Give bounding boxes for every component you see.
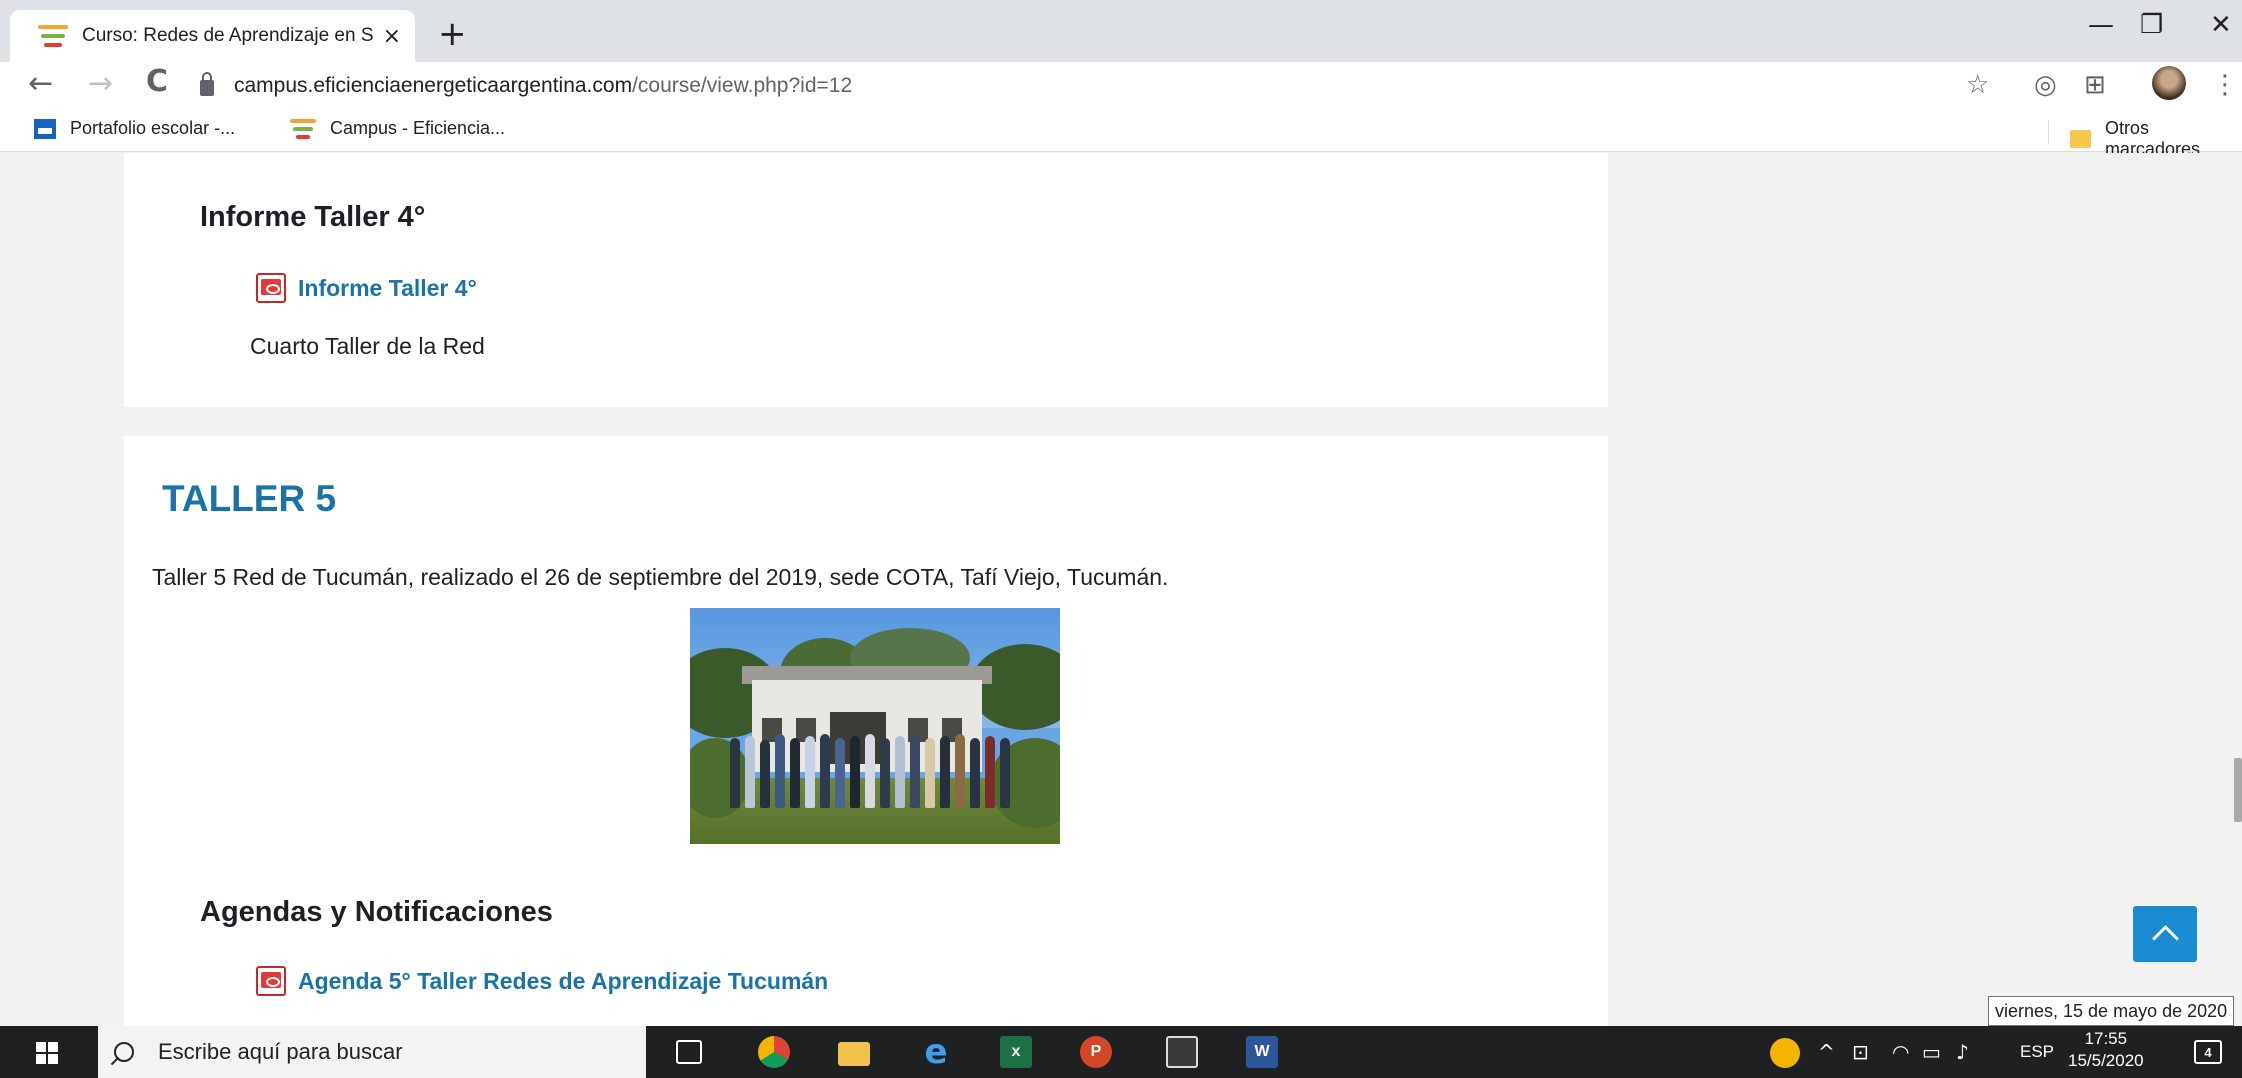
file-explorer-icon[interactable] bbox=[838, 1042, 870, 1066]
new-tab-button[interactable]: + bbox=[438, 14, 467, 54]
address-bar[interactable]: campus.eficienciaenergeticaargentina.com… bbox=[200, 68, 852, 104]
windows-taskbar: Escribe aquí para buscar e x P W ^ ⊡ ◠ ▭… bbox=[0, 1026, 2242, 1078]
section-heading: Informe Taller 4° bbox=[200, 201, 426, 233]
wifi-icon[interactable]: ◠ bbox=[1892, 1040, 1909, 1064]
task-view-icon[interactable] bbox=[676, 1040, 702, 1064]
browser-tab-strip: Curso: Redes de Aprendizaje en S × + — ❐… bbox=[0, 0, 2242, 62]
minimize-icon[interactable]: — bbox=[2088, 10, 2114, 40]
tab-close-icon[interactable]: × bbox=[383, 24, 401, 49]
group-photo-image bbox=[690, 608, 1060, 844]
lock-icon bbox=[200, 72, 214, 96]
notifications-count: 4 bbox=[2204, 1044, 2212, 1060]
help-tray-icon[interactable] bbox=[1770, 1038, 1800, 1068]
taskbar-clock[interactable]: 17:55 15/5/2020 bbox=[2068, 1028, 2144, 1072]
date-tooltip: viernes, 15 de mayo de 2020 bbox=[1988, 996, 2235, 1026]
browser-menu-icon[interactable]: ⋮ bbox=[2212, 70, 2238, 100]
url-path: /course/view.php?id=12 bbox=[632, 74, 853, 97]
resource-description: Cuarto Taller de la Red bbox=[250, 333, 485, 359]
browser-tab[interactable]: Curso: Redes de Aprendizaje en S × bbox=[10, 10, 415, 62]
restore-icon[interactable]: ❐ bbox=[2140, 10, 2163, 40]
section-subheading: Agendas y Notificaciones bbox=[200, 896, 553, 928]
tab-title: Curso: Redes de Aprendizaje en S bbox=[82, 25, 373, 46]
powerpoint-icon[interactable]: P bbox=[1080, 1036, 1112, 1068]
pdf-icon bbox=[256, 273, 286, 303]
reload-icon[interactable]: C bbox=[146, 64, 168, 99]
bookmark-campus[interactable]: Campus - Eficiencia... bbox=[290, 118, 505, 139]
device-tray-icon[interactable]: ⊡ bbox=[1852, 1040, 1869, 1064]
bookmark-label: Campus - Eficiencia... bbox=[330, 118, 506, 138]
volume-icon[interactable]: ♪ bbox=[1956, 1040, 1969, 1064]
battery-icon[interactable]: ▭ bbox=[1922, 1040, 1941, 1064]
pdf-resource-link[interactable]: Agenda 5° Taller Redes de Aprendizaje Tu… bbox=[256, 966, 828, 996]
resource-link-label: Agenda 5° Taller Redes de Aprendizaje Tu… bbox=[298, 967, 829, 994]
extension-grid-icon[interactable]: ⊞ bbox=[2084, 70, 2106, 100]
forward-icon[interactable]: → bbox=[88, 66, 113, 101]
url-host: campus.eficienciaenergeticaargentina.com bbox=[234, 74, 633, 97]
section-card-taller-4: Informe Taller 4° Informe Taller 4° Cuar… bbox=[124, 153, 1608, 407]
search-icon bbox=[114, 1042, 134, 1062]
bookmark-star-icon[interactable]: ☆ bbox=[1966, 70, 1989, 100]
back-icon[interactable]: ← bbox=[28, 66, 53, 101]
edge-icon[interactable]: e bbox=[920, 1032, 952, 1072]
word-icon[interactable]: W bbox=[1246, 1036, 1278, 1068]
extension-icon[interactable]: ◎ bbox=[2034, 70, 2057, 100]
portfolio-icon bbox=[34, 118, 56, 139]
profile-avatar[interactable] bbox=[2152, 66, 2186, 100]
show-hidden-icons-icon[interactable]: ^ bbox=[1818, 1040, 1835, 1064]
bookmarks-bar: Portafolio escolar -... Campus - Eficien… bbox=[0, 112, 2242, 159]
language-indicator[interactable]: ESP bbox=[2020, 1042, 2054, 1062]
bookmark-label: Portafolio escolar -... bbox=[70, 118, 236, 138]
clock-time: 17:55 bbox=[2084, 1029, 2128, 1048]
bookmark-portafolio[interactable]: Portafolio escolar -... bbox=[34, 118, 235, 139]
course-page: Informe Taller 4° Informe Taller 4° Cuar… bbox=[0, 153, 2242, 1036]
section-title[interactable]: TALLER 5 bbox=[162, 478, 336, 520]
pdf-icon bbox=[256, 966, 286, 996]
scroll-to-top-button[interactable] bbox=[2133, 906, 2197, 962]
resource-link-label: Informe Taller 4° bbox=[298, 274, 477, 301]
folder-icon bbox=[2070, 130, 2091, 148]
search-placeholder: Escribe aquí para buscar bbox=[158, 1039, 403, 1064]
chrome-icon[interactable] bbox=[758, 1036, 790, 1068]
taskbar-search-box[interactable]: Escribe aquí para buscar bbox=[98, 1026, 646, 1078]
campus-favicon-icon bbox=[38, 25, 68, 47]
bookmarks-divider bbox=[2048, 120, 2049, 144]
excel-icon[interactable]: x bbox=[1000, 1036, 1032, 1068]
notifications-icon[interactable]: 4 bbox=[2194, 1040, 2222, 1064]
section-summary: Taller 5 Red de Tucumán, realizado el 26… bbox=[152, 564, 1169, 590]
campus-favicon-icon bbox=[290, 118, 316, 139]
pdf-resource-link[interactable]: Informe Taller 4° bbox=[256, 273, 477, 303]
calculator-icon[interactable] bbox=[1166, 1036, 1198, 1068]
page-scrollbar-thumb[interactable] bbox=[2234, 758, 2242, 822]
close-window-icon[interactable]: ✕ bbox=[2210, 10, 2232, 40]
windows-start-icon[interactable] bbox=[36, 1042, 58, 1064]
clock-date: 15/5/2020 bbox=[2068, 1051, 2144, 1070]
